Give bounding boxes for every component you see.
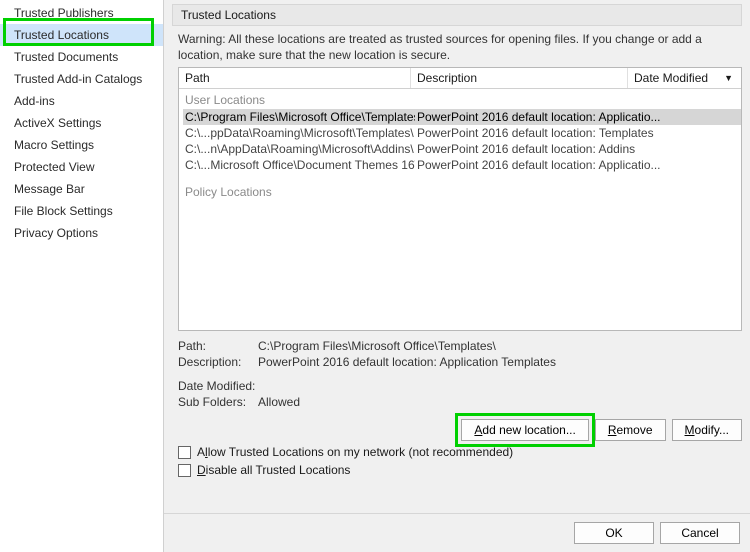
check-disable-all[interactable]: Disable all Trusted Locations: [178, 463, 736, 477]
btn-text: odify...: [695, 423, 729, 437]
sidebar-item-activex-settings[interactable]: ActiveX Settings: [0, 112, 163, 134]
sidebar-item-trusted-locations[interactable]: Trusted Locations: [0, 24, 163, 46]
sidebar-item-trusted-publishers[interactable]: Trusted Publishers: [0, 2, 163, 24]
modify-button[interactable]: Modify...: [672, 419, 742, 441]
locations-grid[interactable]: Path Description Date Modified ▼ User Lo…: [178, 67, 742, 331]
add-new-location-button[interactable]: Add new location...: [461, 419, 588, 441]
col-header-date-label: Date Modified: [634, 71, 708, 85]
grid-body: User Locations C:\Program Files\Microsof…: [179, 89, 741, 330]
cancel-button[interactable]: Cancel: [660, 522, 740, 544]
group-user-locations: User Locations: [183, 91, 741, 109]
table-row[interactable]: C:\Program Files\Microsoft Office\Templa…: [183, 109, 741, 125]
detail-subfolders-label: Sub Folders:: [178, 395, 258, 409]
col-header-date-modified[interactable]: Date Modified ▼: [628, 68, 741, 88]
check-label: Allow Trusted Locations on my network (n…: [197, 445, 513, 459]
warning-text: Warning: All these locations are treated…: [178, 32, 736, 63]
ok-button[interactable]: OK: [574, 522, 654, 544]
main-panel: Trusted Locations Warning: All these loc…: [164, 0, 750, 552]
cell-path: C:\...ppData\Roaming\Microsoft\Templates…: [183, 125, 415, 141]
detail-path-label: Path:: [178, 339, 258, 353]
cell-description: PowerPoint 2016 default location: Applic…: [415, 157, 663, 173]
table-row[interactable]: C:\...Microsoft Office\Document Themes 1…: [183, 157, 741, 173]
location-details: Path:C:\Program Files\Microsoft Office\T…: [178, 339, 736, 411]
detail-desc-label: Description:: [178, 355, 258, 369]
table-row[interactable]: C:\...ppData\Roaming\Microsoft\Templates…: [183, 125, 741, 141]
cell-description: PowerPoint 2016 default location: Addins: [415, 141, 637, 157]
cell-description: PowerPoint 2016 default location: Templa…: [415, 125, 656, 141]
sidebar-item-file-block-settings[interactable]: File Block Settings: [0, 200, 163, 222]
sidebar-item-add-ins[interactable]: Add-ins: [0, 90, 163, 112]
group-policy-locations: Policy Locations: [183, 183, 741, 201]
sidebar-item-protected-view[interactable]: Protected View: [0, 156, 163, 178]
sidebar-item-message-bar[interactable]: Message Bar: [0, 178, 163, 200]
col-header-description[interactable]: Description: [411, 68, 628, 88]
section-header: Trusted Locations: [172, 4, 742, 26]
detail-desc-value: PowerPoint 2016 default location: Applic…: [258, 355, 556, 369]
remove-button[interactable]: Remove: [595, 419, 666, 441]
cell-path: C:\...Microsoft Office\Document Themes 1…: [183, 157, 415, 173]
location-buttons: Add new location... Remove Modify...: [178, 419, 742, 441]
cell-description: PowerPoint 2016 default location: Applic…: [415, 109, 663, 125]
cell-path: C:\...n\AppData\Roaming\Microsoft\Addins…: [183, 141, 415, 157]
grid-header: Path Description Date Modified ▼: [179, 68, 741, 89]
dialog-footer: OK Cancel: [164, 513, 750, 552]
detail-date-label: Date Modified:: [178, 379, 258, 393]
cell-path: C:\Program Files\Microsoft Office\Templa…: [183, 109, 415, 125]
trust-center-dialog: Trusted Publishers Trusted Locations Tru…: [0, 0, 750, 552]
check-allow-network[interactable]: Allow Trusted Locations on my network (n…: [178, 445, 736, 459]
detail-path-value: C:\Program Files\Microsoft Office\Templa…: [258, 339, 496, 353]
sidebar-item-trusted-documents[interactable]: Trusted Documents: [0, 46, 163, 68]
detail-subfolders-value: Allowed: [258, 395, 300, 409]
sidebar-item-macro-settings[interactable]: Macro Settings: [0, 134, 163, 156]
col-header-path[interactable]: Path: [179, 68, 411, 88]
checkbox-icon[interactable]: [178, 446, 191, 459]
check-label: Disable all Trusted Locations: [197, 463, 350, 477]
sidebar-item-trusted-addin-catalogs[interactable]: Trusted Add-in Catalogs: [0, 68, 163, 90]
sidebar: Trusted Publishers Trusted Locations Tru…: [0, 0, 164, 552]
table-row[interactable]: C:\...n\AppData\Roaming\Microsoft\Addins…: [183, 141, 741, 157]
dropdown-icon: ▼: [724, 73, 733, 83]
btn-text: dd new location...: [482, 423, 575, 437]
checkbox-icon[interactable]: [178, 464, 191, 477]
sidebar-item-privacy-options[interactable]: Privacy Options: [0, 222, 163, 244]
btn-text: emove: [617, 423, 653, 437]
